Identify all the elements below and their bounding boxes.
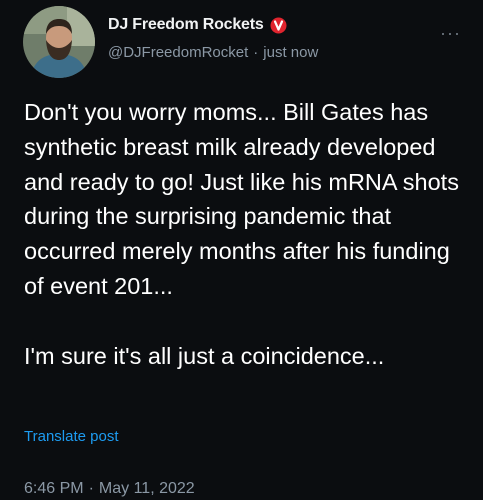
verified-badge-icon: [270, 17, 287, 34]
more-options-icon[interactable]: ···: [440, 24, 461, 42]
author-name-row: DJ Freedom Rockets: [108, 16, 287, 34]
translate-post-link[interactable]: Translate post: [24, 428, 119, 445]
handle-row: @DJFreedomRocket · just now: [108, 44, 318, 61]
timestamp-separator: ·: [88, 480, 94, 497]
post-timestamp: 6:46 PM · May 11, 2022: [24, 480, 195, 498]
relative-time[interactable]: just now: [263, 44, 318, 61]
timestamp-time[interactable]: 6:46 PM: [24, 480, 84, 498]
timestamp-date[interactable]: May 11, 2022: [99, 480, 195, 498]
profile-photo: [23, 6, 95, 78]
handle-separator: ·: [253, 44, 259, 61]
display-name[interactable]: DJ Freedom Rockets: [108, 16, 264, 34]
handle[interactable]: @DJFreedomRocket: [108, 44, 248, 61]
avatar[interactable]: [23, 6, 95, 78]
post-card: DJ Freedom Rockets @DJFreedomRocket · ju…: [0, 0, 483, 500]
post-text: Don't you worry moms... Bill Gates has s…: [24, 99, 459, 369]
